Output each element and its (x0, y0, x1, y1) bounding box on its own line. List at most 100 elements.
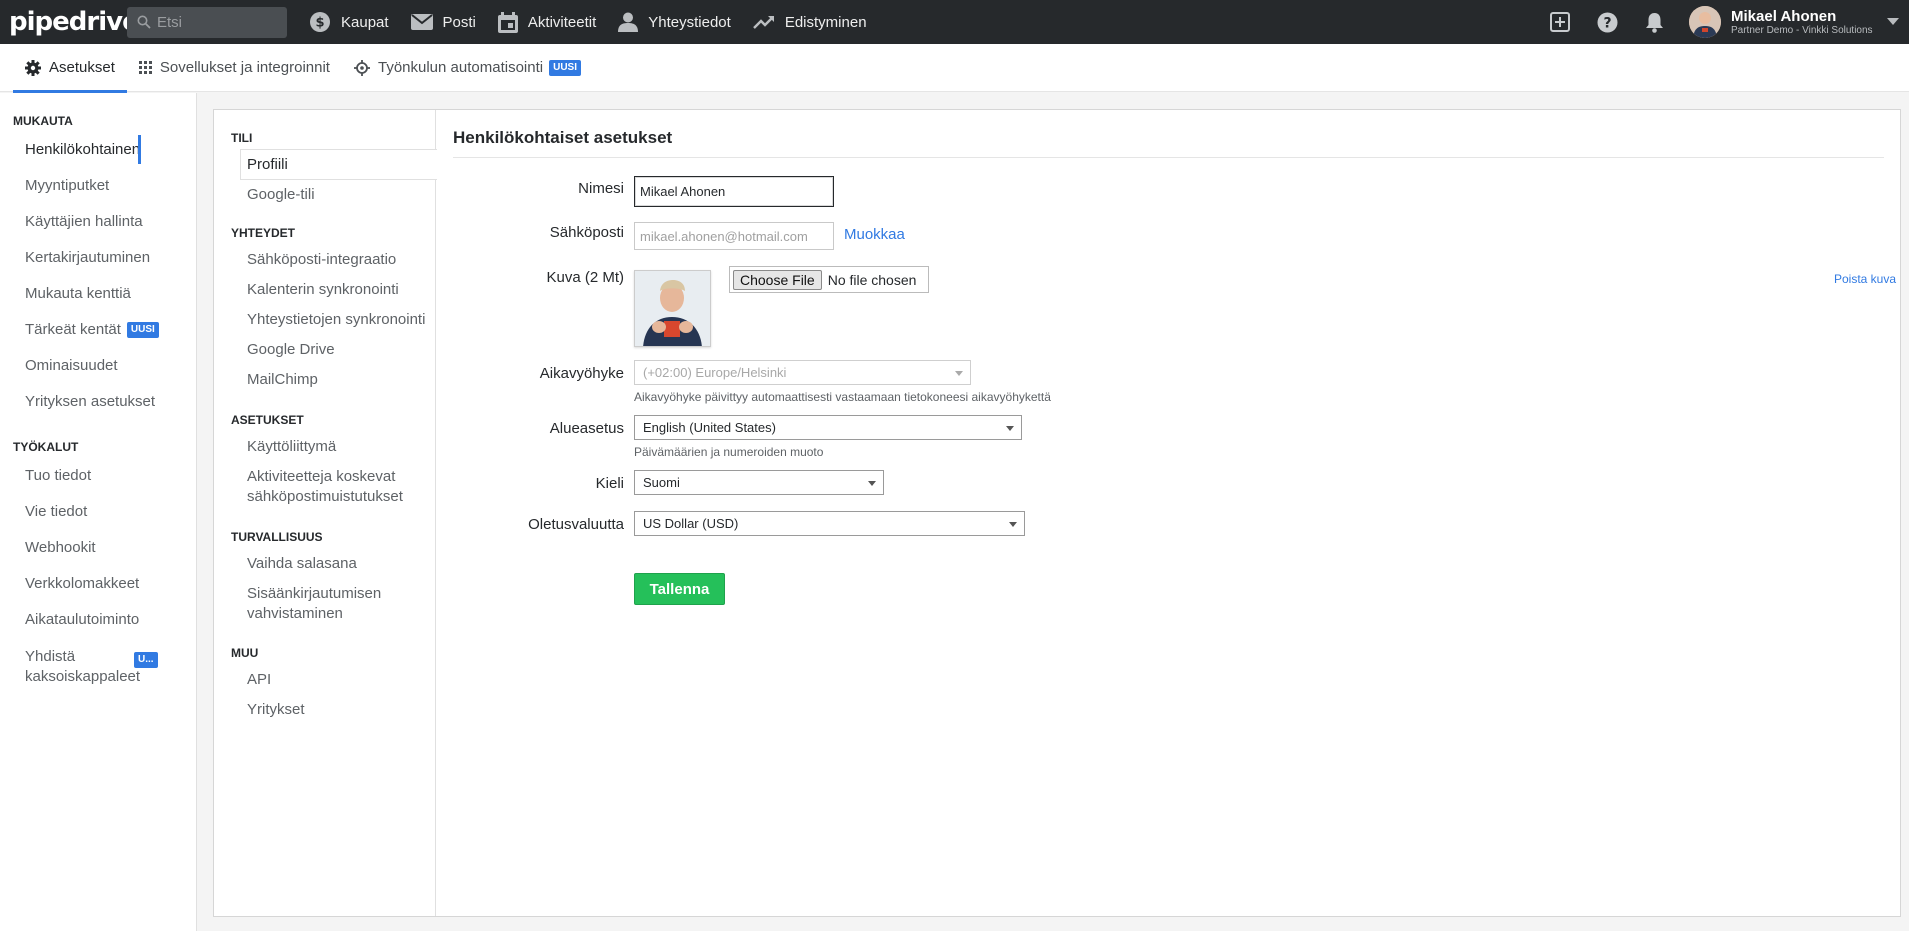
subnav-item-login-verification[interactable]: Sisäänkirjautumisen vahvistaminen (247, 584, 432, 624)
chevron-down-icon (1009, 522, 1017, 527)
subnav-section-other: MUU (231, 646, 259, 660)
subnav-item-label: Aktiviteetteja koskevat (247, 468, 396, 485)
subnav-item-google-drive[interactable]: Google Drive (247, 340, 432, 360)
chevron-down-icon (1887, 18, 1899, 25)
title-divider (453, 157, 1884, 158)
dollar-icon: $ (310, 12, 330, 32)
chevron-down-icon (1006, 426, 1014, 431)
timezone-label: Aikavyöhyke (539, 365, 624, 382)
sidebar-item-merge-duplicates[interactable]: Yhdistä kaksoiskappaleet U... (0, 647, 170, 687)
nav-contacts[interactable]: Yhteystiedot (618, 0, 731, 44)
search-icon (137, 15, 151, 29)
sidebar-item-features[interactable]: Ominaisuudet (0, 357, 118, 374)
nav-progress[interactable]: Edistyminen (752, 0, 867, 44)
tab-apps[interactable]: Sovellukset ja integroinnit (127, 44, 342, 92)
sidebar-item-export[interactable]: Vie tiedot (0, 503, 87, 520)
email-value: mikael.ahonen@hotmail.com (640, 228, 808, 244)
subnav-section-connections: YHTEYDET (231, 226, 296, 240)
chevron-down-icon (868, 481, 876, 486)
choose-file-button[interactable]: Choose File (733, 269, 822, 290)
edit-email-link[interactable]: Muokkaa (844, 226, 905, 243)
currency-select[interactable]: US Dollar (USD) (634, 511, 1025, 536)
sidebar-item-import[interactable]: Tuo tiedot (0, 467, 91, 484)
subnav-item-google-account[interactable]: Google-tili (247, 185, 432, 205)
currency-value: US Dollar (USD) (643, 516, 739, 531)
subnav-item-calendar-sync[interactable]: Kalenterin synkronointi (247, 280, 432, 300)
subnav-item-activity-reminders[interactable]: Aktiviteetteja koskevat sähköpostimuistu… (247, 467, 432, 507)
subnav-item-profile[interactable]: Profiili (247, 155, 432, 175)
new-badge: U... (134, 652, 158, 668)
subnav-item-label: sähköpostimuistutukset (247, 488, 403, 505)
subnav-item-api[interactable]: API (247, 670, 432, 690)
email-label: Sähköposti (549, 224, 624, 241)
bell-icon (1645, 12, 1663, 33)
language-select[interactable]: Suomi (634, 470, 884, 495)
save-button[interactable]: Tallenna (634, 573, 725, 605)
subnav-item-mailchimp[interactable]: MailChimp (247, 370, 432, 390)
sidebar-item-webhooks[interactable]: Webhookit (0, 539, 96, 556)
sidebar-item-company-settings[interactable]: Yrityksen asetukset (0, 393, 155, 410)
subnav-item-email-integration[interactable]: Sähköposti-integraatio (247, 250, 432, 270)
nav-activities[interactable]: Aktiviteetit (497, 0, 596, 44)
subnav-item-companies[interactable]: Yritykset (247, 700, 432, 720)
gear-icon (25, 59, 41, 76)
locale-label: Alueasetus (549, 420, 624, 437)
nav-deals[interactable]: $ Kaupat (309, 0, 389, 44)
nav-mail[interactable]: Posti (410, 0, 476, 44)
grid-icon (138, 61, 152, 74)
search-placeholder: Etsi (157, 13, 183, 31)
calendar-icon (497, 11, 518, 33)
search-input[interactable]: Etsi (127, 6, 287, 38)
personal-subnav: TILI Profiili Google-tili YHTEYDET Sähkö… (214, 110, 437, 916)
pipedrive-logo[interactable]: pipedrive (9, 0, 140, 44)
language-label: Kieli (595, 475, 624, 492)
sidebar-item-label: kaksoiskappaleet (25, 668, 141, 685)
top-right-tools: ? Mikael Ahonen Partner Demo - Vinkki So… (1538, 0, 1909, 44)
help-icon: ? (1597, 12, 1617, 32)
subnav-item-contacts-sync[interactable]: Yhteystietojen synkronointi (247, 310, 432, 330)
subnav-item-interface[interactable]: Käyttöliittymä (247, 437, 432, 457)
subnav-item-change-password[interactable]: Vaihda salasana (247, 554, 432, 574)
user-company: Partner Demo - Vinkki Solutions (1731, 24, 1873, 36)
sidebar-item-personal[interactable]: Henkilökohtainen (0, 135, 142, 164)
timezone-select: (+02:00) Europe/Helsinki (634, 360, 971, 385)
subnav-item-label: Sisäänkirjautumisen (247, 585, 382, 602)
name-field[interactable]: Mikael Ahonen (634, 176, 834, 207)
settings-sidebar: MUKAUTA Henkilökohtainen Myyntiputket Kä… (0, 93, 197, 931)
user-avatar (1689, 6, 1721, 38)
sidebar-item-web-forms[interactable]: Verkkolomakkeet (0, 575, 139, 592)
tab-settings-label: Asetukset (49, 59, 115, 76)
subnav-section-security: TURVALLISUUS (231, 530, 323, 544)
subnav-section-account: TILI (231, 131, 253, 145)
nav-deals-label: Kaupat (341, 13, 389, 31)
sidebar-item-user-management[interactable]: Käyttäjien hallinta (0, 213, 143, 230)
photo-label: Kuva (2 Mt) (546, 269, 624, 286)
remove-photo-link[interactable]: Poista kuva (1834, 272, 1896, 286)
sidebar-item-scheduler[interactable]: Aikataulutoiminto (0, 611, 139, 628)
name-value: Mikael Ahonen (640, 184, 726, 199)
user-menu[interactable]: Mikael Ahonen Partner Demo - Vinkki Solu… (1689, 6, 1909, 38)
email-field: mikael.ahonen@hotmail.com (634, 222, 834, 250)
locale-select[interactable]: English (United States) (634, 415, 1022, 440)
file-picker[interactable]: Choose File No file chosen (729, 266, 929, 293)
tab-automation[interactable]: Työnkulun automatisointi UUSI (342, 44, 593, 92)
subnav-section-settings: ASETUKSET (231, 413, 304, 427)
page-title: Henkilökohtaiset asetukset (453, 128, 673, 147)
sidebar-item-pipelines[interactable]: Myyntiputket (0, 177, 109, 194)
sidebar-item-important-fields[interactable]: Tärkeät kentät UUSI (0, 321, 159, 338)
quick-add-button[interactable] (1538, 0, 1582, 44)
notifications-button[interactable] (1632, 0, 1676, 44)
svg-text:$: $ (315, 16, 324, 31)
sidebar-item-custom-fields[interactable]: Mukauta kenttiä (0, 285, 131, 302)
name-label: Nimesi (578, 180, 624, 197)
sidebar-item-sso[interactable]: Kertakirjautuminen (0, 249, 150, 266)
svg-text:?: ? (1603, 15, 1611, 31)
tab-settings[interactable]: Asetukset (13, 44, 127, 93)
new-badge: UUSI (549, 59, 581, 76)
trend-up-icon (752, 16, 774, 29)
top-navigation-bar: pipedrive Etsi $ Kaupat Posti Aktiviteet… (0, 0, 1909, 44)
person-icon (618, 12, 639, 32)
new-badge: UUSI (126, 321, 159, 338)
help-button[interactable]: ? (1585, 0, 1629, 44)
currency-label: Oletusvaluutta (528, 516, 624, 533)
